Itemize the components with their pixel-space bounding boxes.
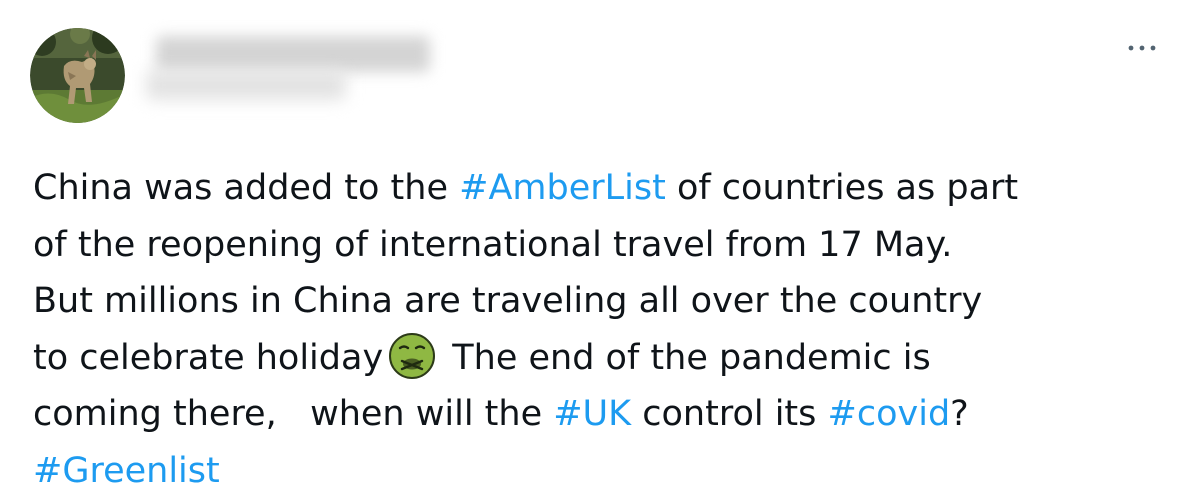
text-segment: of countries as part (665, 168, 1019, 208)
redacted-handle (146, 70, 346, 100)
redacted-author-name (146, 22, 442, 102)
more-horizontal-icon (1128, 45, 1156, 51)
text-segment: of the reopening of international travel… (33, 224, 953, 265)
text-segment: But millions in China are traveling all … (33, 281, 983, 321)
tweet-text-line: China was added to the #AmberList of cou… (33, 160, 1173, 217)
text-segment: coming there, when will the (33, 394, 554, 434)
text-segment: China was added to the (33, 168, 460, 208)
nauseated-face-emoji-icon (383, 332, 441, 379)
tweet-text-line: But millions in China are traveling all … (33, 273, 1173, 330)
more-options-button[interactable] (1122, 30, 1162, 58)
hashtag-covid-link[interactable]: #covid (828, 394, 951, 434)
hashtag-greenlist-link[interactable]: #Greenlist (33, 451, 220, 491)
tweet-text-line: of the reopening of international travel… (33, 217, 1173, 274)
text-segment: control its (631, 394, 828, 434)
text-segment: ? (950, 394, 969, 434)
avatar[interactable] (30, 28, 125, 123)
hashtag-uk-link[interactable]: #UK (553, 394, 631, 434)
tweet-card: China was added to the #AmberList of cou… (0, 0, 1196, 498)
redacted-display-name (156, 36, 430, 72)
hashtag-amberlist-link[interactable]: #AmberList (459, 168, 666, 208)
text-segment: The end of the pandemic is (441, 337, 931, 378)
tweet-text: China was added to the #AmberList of cou… (33, 160, 1173, 498)
tweet-text-line: to celebrate holiday The end of the pand… (33, 330, 1173, 387)
text-segment: to celebrate holiday (33, 337, 384, 378)
wildcat-photo-avatar-icon (30, 28, 125, 123)
tweet-text-line: #Greenlist (33, 443, 1173, 498)
tweet-text-line: coming there, when will the #UK control … (33, 386, 1173, 443)
